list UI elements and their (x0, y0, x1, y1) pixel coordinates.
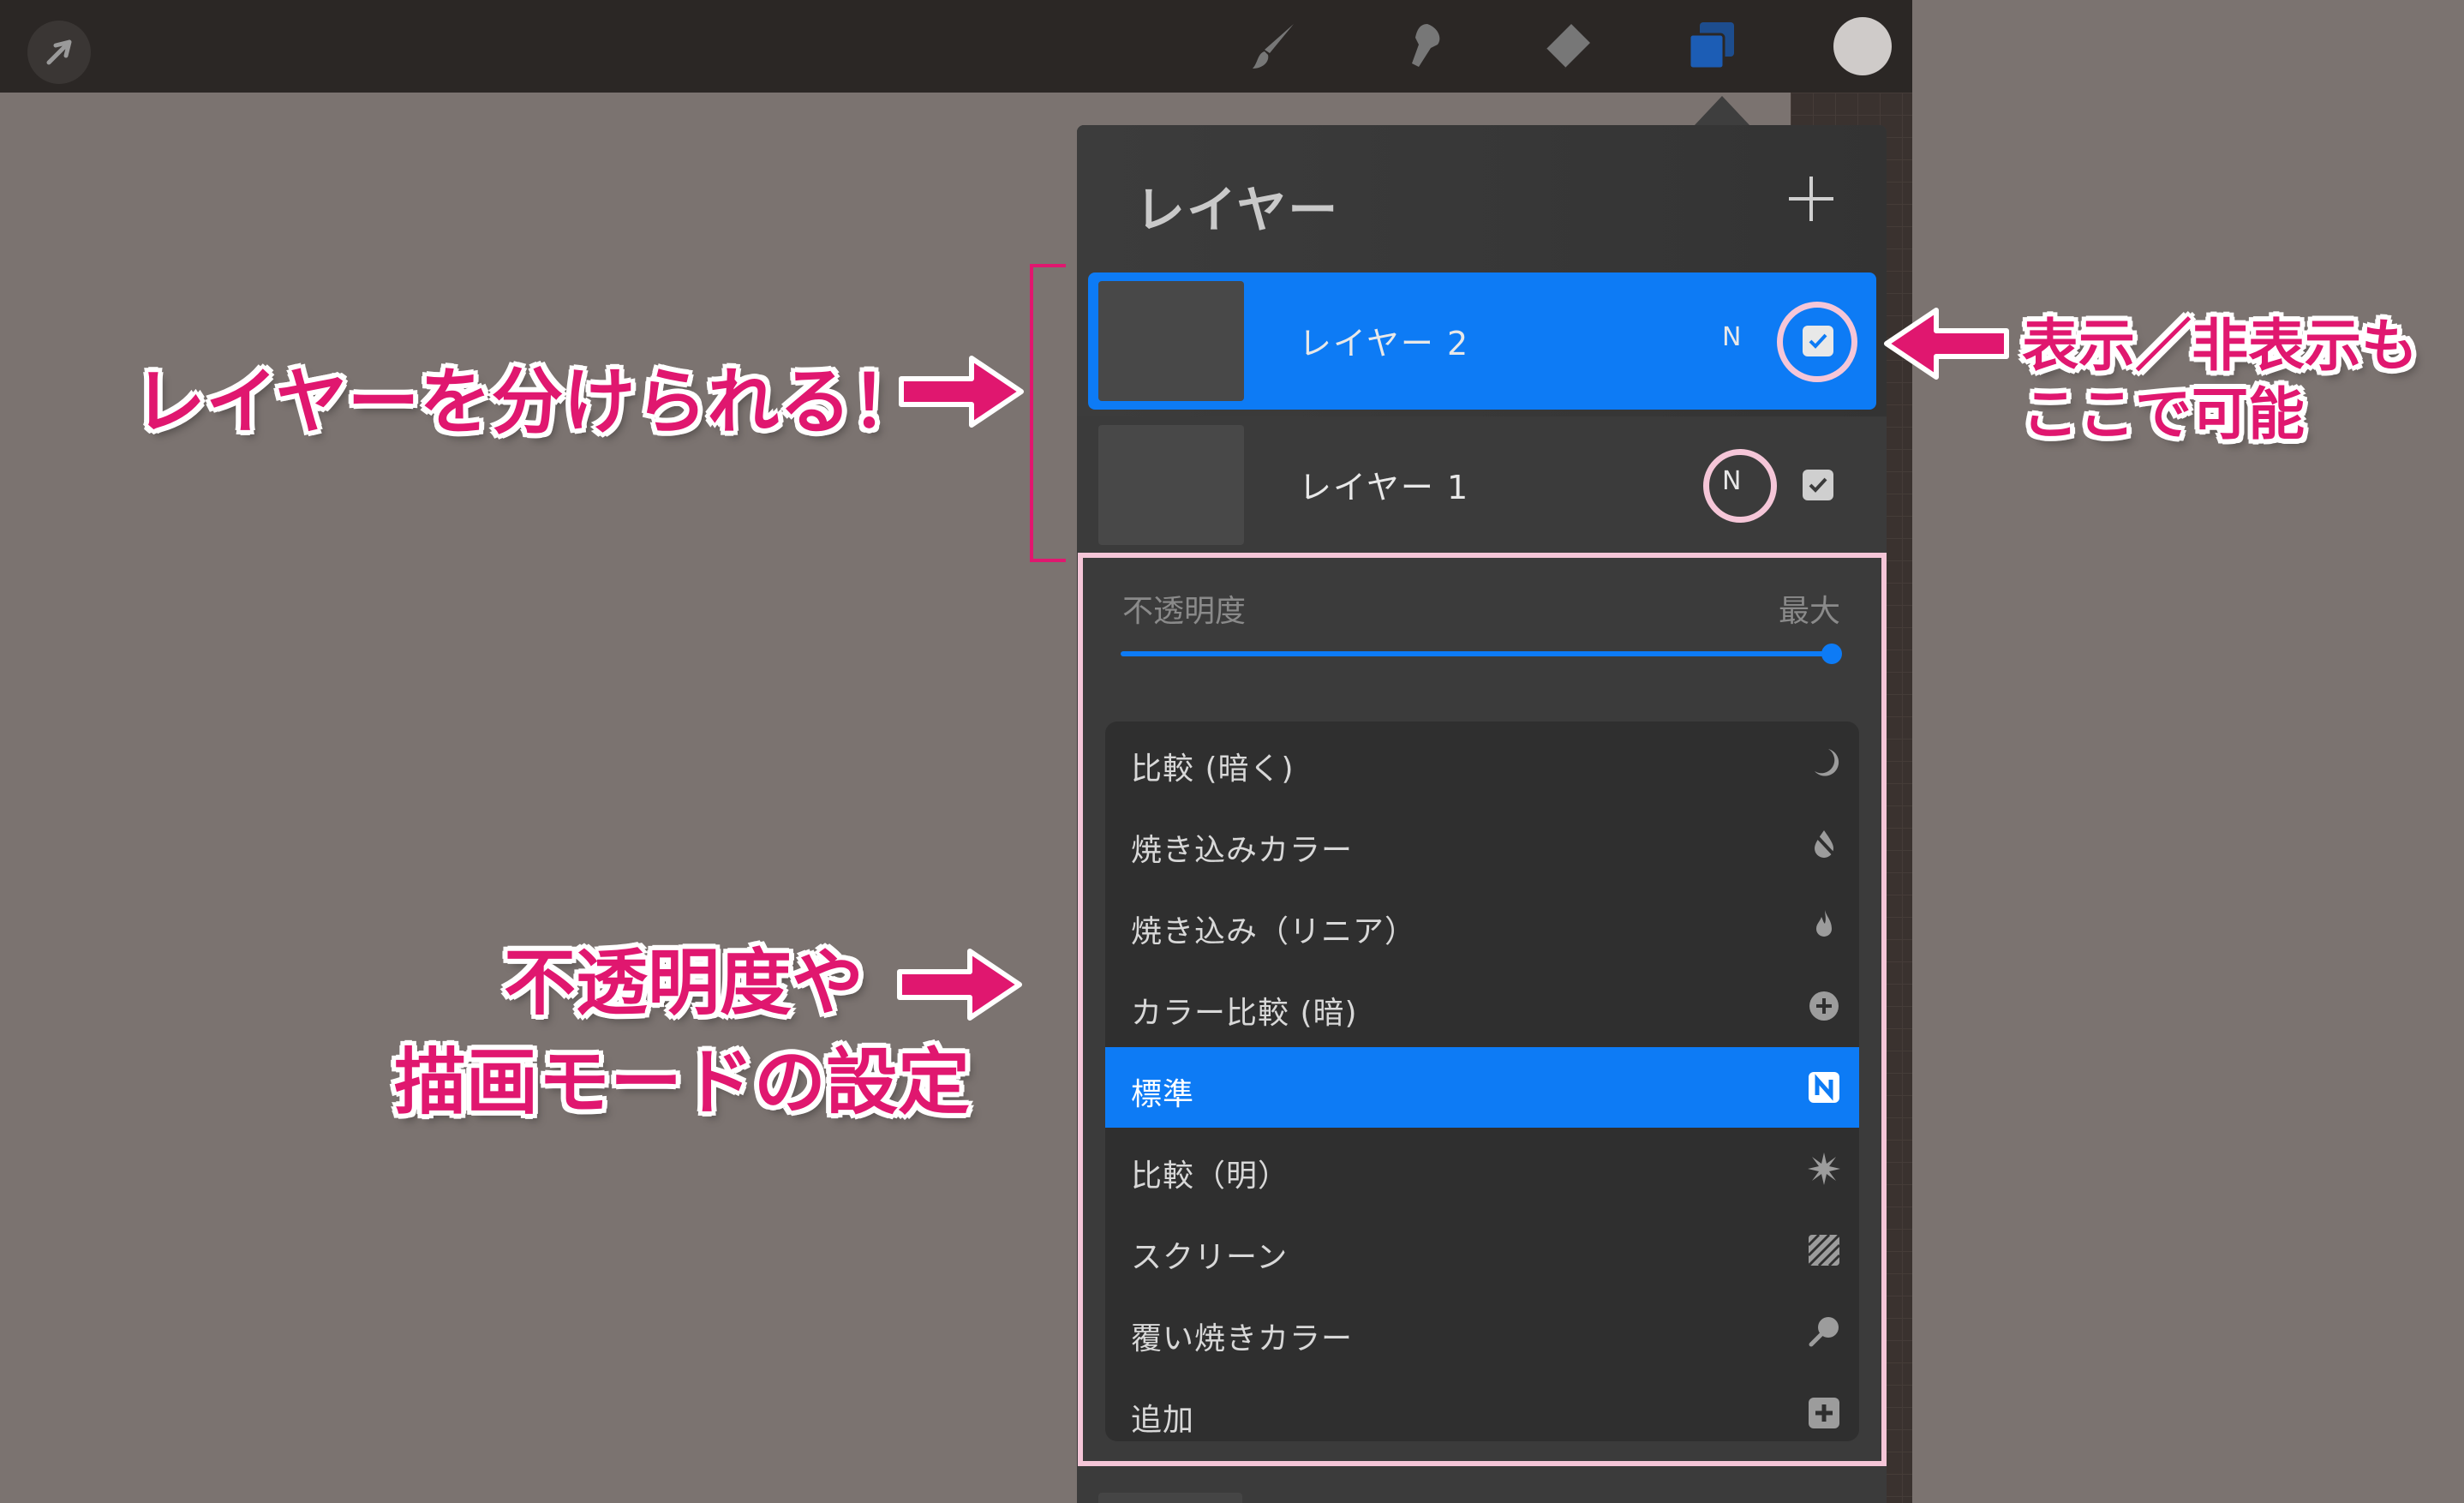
next-section-stub (1098, 1493, 1242, 1503)
eraser-icon[interactable] (1539, 19, 1594, 74)
blend-note-2: 描画モードの設定 (394, 1040, 971, 1124)
layer-thumbnail (1098, 425, 1244, 545)
blend-note: 不透明度や (392, 936, 975, 1030)
canvas-area (0, 93, 1791, 125)
visibility-note-line-1: 表示／非表示も (2022, 313, 2418, 379)
visibility-highlight-ring (1777, 302, 1857, 382)
panel-title: レイヤー (1135, 181, 1340, 239)
layer-row-2[interactable]: レイヤー 2 N (1088, 272, 1876, 410)
visibility-note-line-2: ここで可能 (2022, 381, 2305, 447)
blend-highlight-ring (1703, 449, 1777, 523)
layer-name: レイヤー 2 (1299, 325, 1470, 362)
blend-note-line-1: 不透明度や (503, 941, 864, 1025)
visibility-checkbox[interactable] (1803, 470, 1833, 500)
layer-thumbnail (1098, 281, 1244, 401)
blend-mode-button[interactable]: N (1722, 322, 1741, 352)
layers-bracket (1030, 264, 1066, 562)
top-toolbar (0, 0, 1912, 93)
panel-caret (1695, 96, 1749, 125)
add-layer-button[interactable] (1789, 177, 1833, 221)
smudge-icon[interactable] (1393, 19, 1448, 74)
arrow-right-icon (899, 356, 1024, 428)
visibility-note: 表示／非表示も ここで可能 (2022, 312, 2418, 449)
layers-note: レイヤーを分けられる！ (134, 360, 924, 444)
settings-highlight-box (1078, 553, 1887, 1466)
arrow-right-icon (897, 949, 1022, 1021)
outer-background (1912, 0, 2464, 1503)
actions-icon[interactable] (27, 21, 91, 84)
layer-name: レイヤー 1 (1299, 469, 1470, 506)
arrow-left-icon (1884, 308, 2009, 380)
color-icon[interactable] (1833, 17, 1892, 75)
layers-icon[interactable] (1684, 19, 1739, 74)
brush-icon[interactable] (1247, 19, 1302, 74)
